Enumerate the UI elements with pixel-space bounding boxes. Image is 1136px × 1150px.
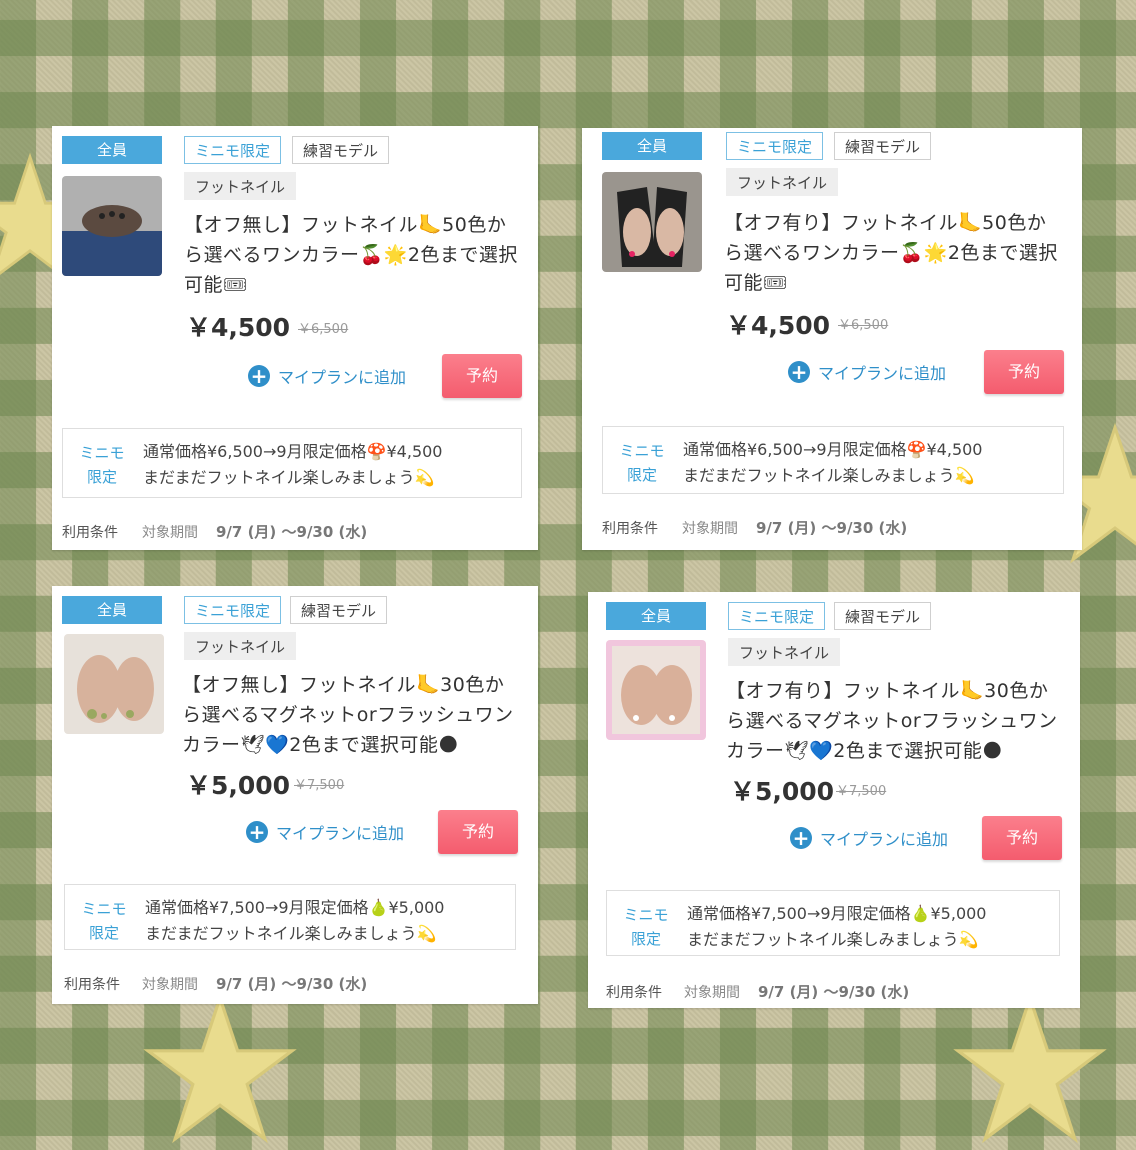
tag-foot-nail: フットネイル <box>184 632 296 660</box>
tag-minimo-limited: ミニモ限定 <box>184 596 281 624</box>
note-line: まだまだフットネイル楽しみましょう💫 <box>145 921 444 947</box>
period-value: 9/7 (月) ～9/30 (水) <box>758 981 909 1002</box>
limited-note-box: ミニモ限定 通常価格¥6,500→9月限定価格🍄¥4,500 まだまだフットネイ… <box>602 426 1064 494</box>
add-to-my-plan-label: マイプランに追加 <box>818 360 946 384</box>
all-members-badge: 全員 <box>602 132 702 160</box>
note-line: まだまだフットネイル楽しみましょう💫 <box>143 465 442 491</box>
plan-title[interactable]: 【オフ無し】フットネイル🦶30色から選べるマグネットorフラッシュワンカラー🕊💙… <box>182 670 522 760</box>
note-text: 通常価格¥6,500→9月限定価格🍄¥4,500 まだまだフットネイル楽しみまし… <box>143 439 442 491</box>
original-price: ￥6,500 <box>298 318 348 337</box>
add-to-my-plan-label: マイプランに追加 <box>276 820 404 844</box>
tag-practice-model: 練習モデル <box>290 596 387 624</box>
note-label: ミニモ限定 <box>79 897 129 945</box>
plan-card: 全員 ミニモ限定 練習モデル フットネイル 【オフ無し】フットネイル🦶30色から… <box>52 586 538 1004</box>
star-decoration <box>930 990 1130 1150</box>
note-label: ミニモ限定 <box>77 441 127 489</box>
note-line: 通常価格¥7,500→9月限定価格🍐¥5,000 <box>145 895 444 921</box>
tag-minimo-limited: ミニモ限定 <box>728 602 825 630</box>
original-price: ￥7,500 <box>294 774 344 793</box>
terms-link[interactable]: 利用条件 <box>62 522 118 542</box>
terms-link[interactable]: 利用条件 <box>64 974 120 994</box>
plan-title[interactable]: 【オフ無し】フットネイル🦶50色から選べるワンカラー🍒🌟2色まで選択可能🎟 <box>184 210 524 300</box>
add-to-my-plan-label: マイプランに追加 <box>820 826 948 850</box>
plan-card: 全員 ミニモ限定 練習モデル フットネイル 【オフ有り】フットネイル🦶30色から… <box>588 592 1080 1008</box>
note-text: 通常価格¥7,500→9月限定価格🍐¥5,000 まだまだフットネイル楽しみまし… <box>145 895 444 947</box>
price: ￥5,000 <box>186 766 290 802</box>
price: ￥5,000 <box>730 772 834 808</box>
add-to-my-plan-button[interactable]: + マイプランに追加 <box>790 826 948 850</box>
tag-foot-nail: フットネイル <box>726 168 838 196</box>
limited-note-box: ミニモ限定 通常価格¥6,500→9月限定価格🍄¥4,500 まだまだフットネイ… <box>62 428 522 498</box>
nail-photo[interactable] <box>602 172 702 272</box>
plan-card: 全員 ミニモ限定 練習モデル フットネイル 【オフ無し】フットネイル🦶50色から… <box>52 126 538 550</box>
period-value: 9/7 (月) ～9/30 (水) <box>216 973 367 994</box>
note-line: 通常価格¥6,500→9月限定価格🍄¥4,500 <box>143 439 442 465</box>
tag-practice-model: 練習モデル <box>292 136 389 164</box>
all-members-badge: 全員 <box>62 136 162 164</box>
price: ￥4,500 <box>726 306 830 342</box>
original-price: ￥6,500 <box>838 314 888 333</box>
plus-circle-icon: + <box>790 827 812 849</box>
tag-foot-nail: フットネイル <box>184 172 296 200</box>
limited-note-box: ミニモ限定 通常価格¥7,500→9月限定価格🍐¥5,000 まだまだフットネイ… <box>64 884 516 950</box>
plan-card: 全員 ミニモ限定 練習モデル フットネイル 【オフ有り】フットネイル🦶50色から… <box>582 128 1082 550</box>
star-decoration <box>110 990 330 1150</box>
add-to-my-plan-button[interactable]: + マイプランに追加 <box>788 360 946 384</box>
period-label: 対象期間 <box>682 518 738 538</box>
note-label: ミニモ限定 <box>621 903 671 951</box>
nail-photo[interactable] <box>606 640 706 740</box>
tag-practice-model: 練習モデル <box>834 132 931 160</box>
all-members-badge: 全員 <box>606 602 706 630</box>
plan-title[interactable]: 【オフ有り】フットネイル🦶50色から選べるワンカラー🍒🌟2色まで選択可能🎟 <box>724 208 1064 298</box>
add-to-my-plan-button[interactable]: + マイプランに追加 <box>248 364 406 388</box>
plus-circle-icon: + <box>788 361 810 383</box>
limited-note-box: ミニモ限定 通常価格¥7,500→9月限定価格🍐¥5,000 まだまだフットネイ… <box>606 890 1060 956</box>
all-members-badge: 全員 <box>62 596 162 624</box>
reserve-button[interactable]: 予約 <box>438 810 518 854</box>
plus-circle-icon: + <box>248 365 270 387</box>
add-to-my-plan-button[interactable]: + マイプランに追加 <box>246 820 404 844</box>
period-label: 対象期間 <box>142 522 198 542</box>
tag-practice-model: 練習モデル <box>834 602 931 630</box>
period-label: 対象期間 <box>142 974 198 994</box>
period-value: 9/7 (月) ～9/30 (水) <box>756 517 907 538</box>
note-line: 通常価格¥6,500→9月限定価格🍄¥4,500 <box>683 437 982 463</box>
note-line: 通常価格¥7,500→9月限定価格🍐¥5,000 <box>687 901 986 927</box>
period-label: 対象期間 <box>684 982 740 1002</box>
tag-foot-nail: フットネイル <box>728 638 840 666</box>
nail-photo[interactable] <box>62 176 162 276</box>
note-line: まだまだフットネイル楽しみましょう💫 <box>683 463 982 489</box>
add-to-my-plan-label: マイプランに追加 <box>278 364 406 388</box>
note-line: まだまだフットネイル楽しみましょう💫 <box>687 927 986 953</box>
terms-link[interactable]: 利用条件 <box>602 518 658 538</box>
tag-minimo-limited: ミニモ限定 <box>184 136 281 164</box>
tag-minimo-limited: ミニモ限定 <box>726 132 823 160</box>
price: ￥4,500 <box>186 308 290 344</box>
nail-photo[interactable] <box>64 634 164 734</box>
note-label: ミニモ限定 <box>617 439 667 487</box>
note-text: 通常価格¥7,500→9月限定価格🍐¥5,000 まだまだフットネイル楽しみまし… <box>687 901 986 953</box>
original-price: ￥7,500 <box>836 780 886 799</box>
reserve-button[interactable]: 予約 <box>442 354 522 398</box>
reserve-button[interactable]: 予約 <box>984 350 1064 394</box>
plan-title[interactable]: 【オフ有り】フットネイル🦶30色から選べるマグネットorフラッシュワンカラー🕊💙… <box>726 676 1066 766</box>
terms-link[interactable]: 利用条件 <box>606 982 662 1002</box>
period-value: 9/7 (月) ～9/30 (水) <box>216 521 367 542</box>
reserve-button[interactable]: 予約 <box>982 816 1062 860</box>
plus-circle-icon: + <box>246 821 268 843</box>
note-text: 通常価格¥6,500→9月限定価格🍄¥4,500 まだまだフットネイル楽しみまし… <box>683 437 982 489</box>
